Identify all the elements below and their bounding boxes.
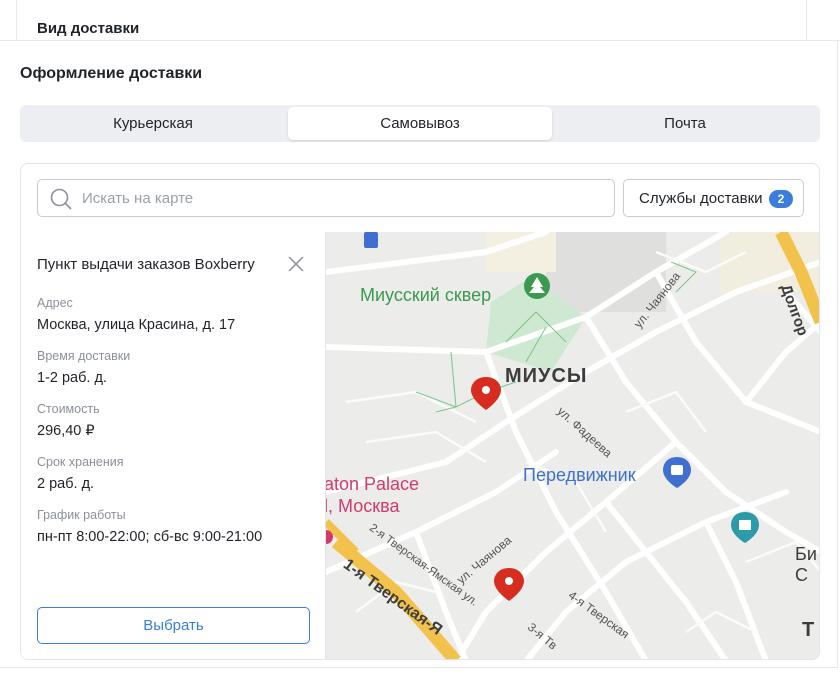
services-count-badge: 2 [769,190,793,208]
delivery-type-row[interactable]: Вид доставки [0,0,840,41]
pickup-title: Пункт выдачи заказов Boxberry [37,256,255,273]
map-label-hotel: aton Palace [326,474,420,494]
storage-period-value: 2 раб. д. [37,476,95,492]
map-label-poi: Би [795,544,817,564]
tab-courier[interactable]: Курьерская [20,107,286,140]
pickup-info-panel: Пункт выдачи заказов Boxberry Адрес Моск… [21,232,326,659]
choose-button[interactable]: Выбрать [37,607,310,644]
map-label-poi: Т [802,619,815,641]
delivery-services-label: Службы доставки [639,190,763,207]
schedule-label: График работы [37,508,126,522]
cost-label: Стоимость [37,402,100,416]
divider [16,0,17,41]
address-label: Адрес [37,296,73,310]
divider [806,0,807,41]
delivery-time-label: Время доставки [37,349,131,363]
delivery-type-label: Вид доставки [37,20,140,37]
delivery-services-button[interactable]: Службы доставки 2 [623,179,804,217]
delivery-method-tabs: Курьерская Самовывоз Почта [20,105,820,142]
map-label-hotel: l, Москва [326,496,400,516]
search-input[interactable] [82,180,602,216]
close-icon[interactable] [286,254,306,274]
delivery-panel: Оформление доставки Курьерская Самовывоз… [0,41,838,668]
tab-pickup[interactable]: Самовывоз [288,107,552,140]
map-label-poi: С [795,565,808,585]
section-title: Оформление доставки [20,65,203,82]
map-card: Службы доставки 2 Пункт выдачи заказов B… [20,163,820,660]
cost-value: 296,40 ₽ [37,423,95,439]
search-icon [50,188,72,210]
map-search[interactable] [37,179,615,217]
delivery-time-value: 1-2 раб. д. [37,370,107,386]
address-value: Москва, улица Красина, д. 17 [37,317,236,333]
map-label-store: Передвижник [523,465,636,485]
schedule-value: пн-пт 8:00-22:00; сб-вс 9:00-21:00 [37,529,263,545]
map-label-district: МИУСЫ [505,365,588,387]
tab-post[interactable]: Почта [552,107,818,140]
storage-period-label: Срок хранения [37,455,124,469]
map-view[interactable]: Миусский сквер МИУСЫ ул. Чаянова ул. Фад… [326,232,819,659]
map-label-park: Миусский сквер [360,285,492,305]
